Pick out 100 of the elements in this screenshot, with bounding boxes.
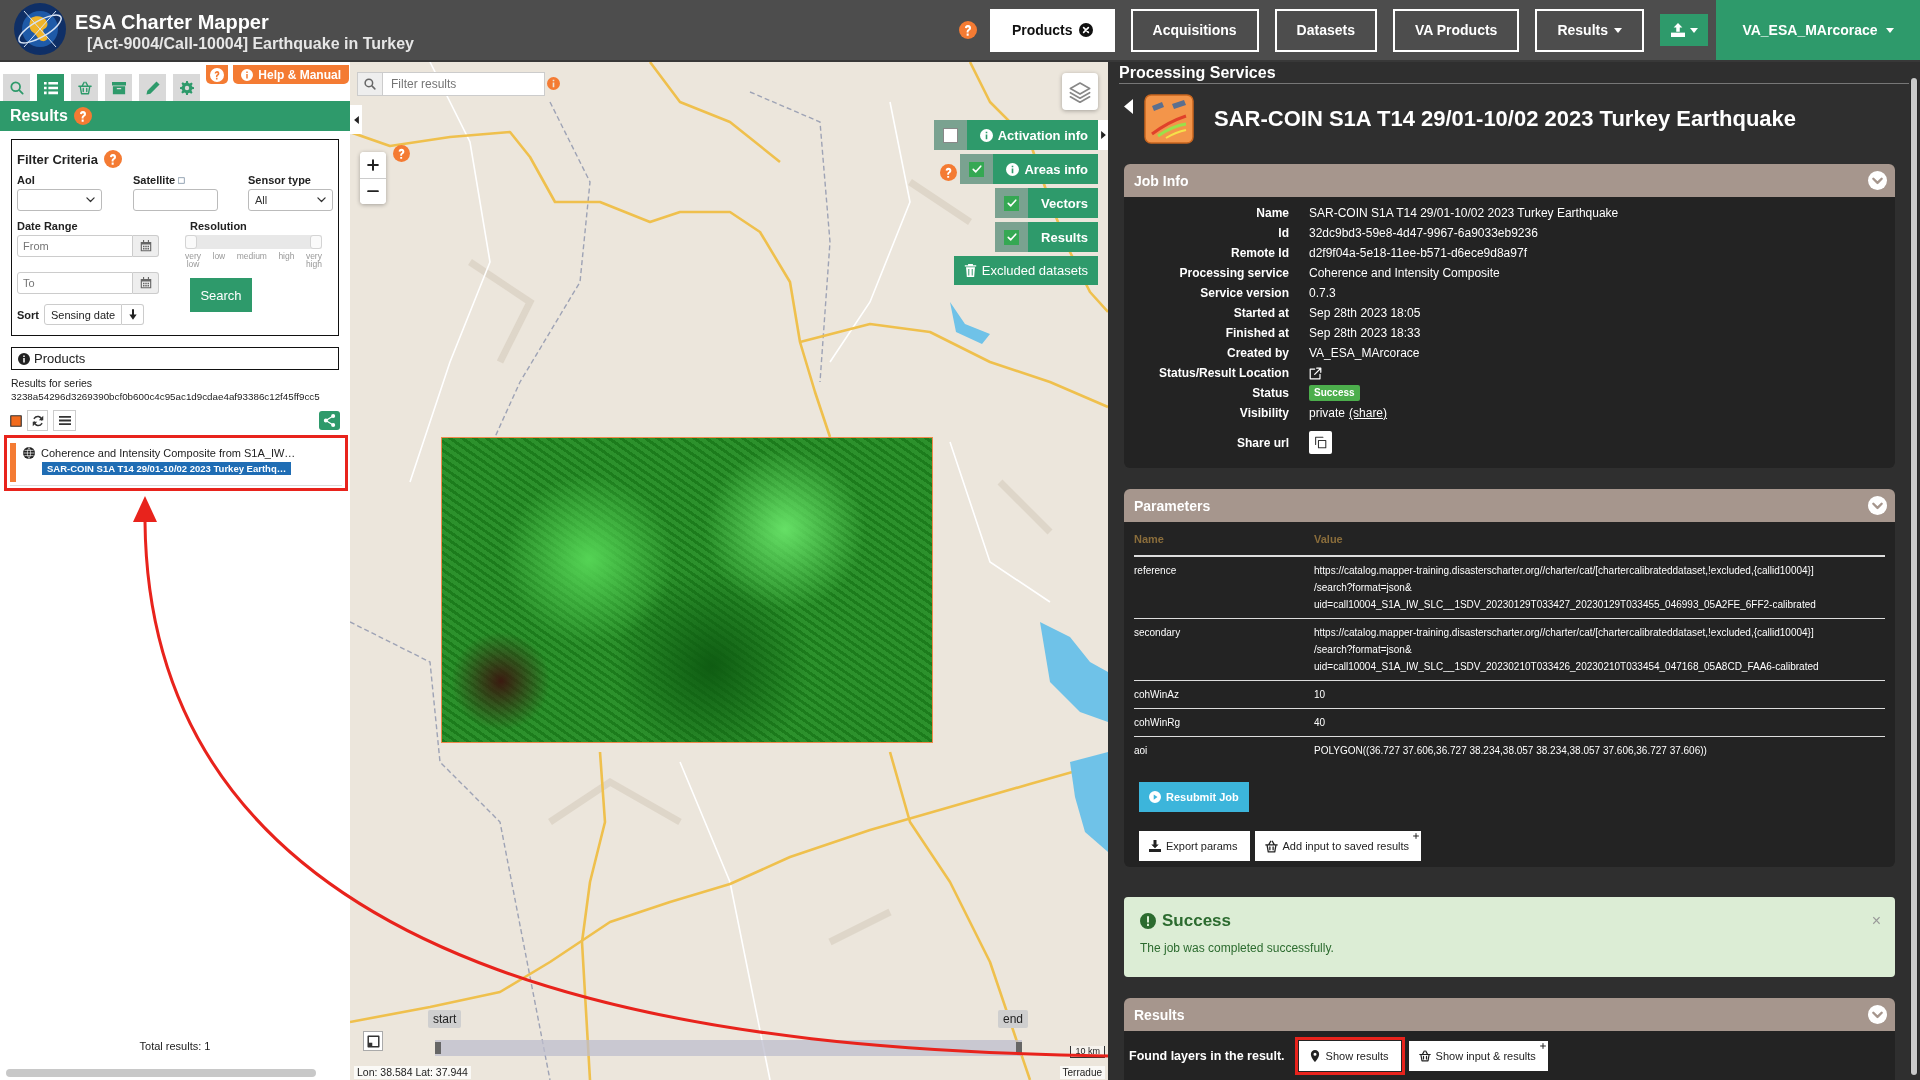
plus-icon [1539,1043,1546,1049]
show-input-results-button[interactable]: Show input & results [1408,1041,1548,1071]
field-label: Status [1252,386,1289,400]
checkbox[interactable] [969,161,985,177]
field-label: Id [1278,226,1289,240]
caret-icon [1689,27,1698,33]
filter-field[interactable]: Filter results [383,72,545,96]
plus-icon [1413,833,1420,839]
trash-icon [963,264,977,277]
sidebar-tab[interactable] [139,74,166,101]
nav-tab[interactable]: Acquisitions [1130,8,1259,52]
scale-bar: 10 km [1070,1046,1105,1058]
field-label: Remote Id [1231,246,1289,260]
slider-handle[interactable] [310,235,322,249]
square-icon [178,176,186,184]
show-results-button[interactable]: Show results [1298,1041,1401,1071]
external-link-icon[interactable] [1309,366,1322,380]
table-cell-text: reference [1134,564,1178,578]
checkbox[interactable] [1004,229,1020,245]
layer-toggle[interactable]: Results [995,222,1098,252]
date-from-field[interactable]: From [17,235,133,257]
nav-tab[interactable]: VA Products [1392,8,1520,52]
check-icon [1006,198,1017,208]
scrollbar[interactable] [1910,78,1918,1075]
nav-tab[interactable]: Datasets [1274,8,1377,52]
excluded-datasets-button[interactable]: Excluded datasets [953,256,1098,285]
sidebar-tab[interactable] [3,74,30,101]
help-button[interactable] [206,65,229,84]
color-swatch-icon[interactable] [10,414,22,427]
calendar-icon [139,240,152,252]
sensor-type-select[interactable]: All [248,189,333,211]
table-cell-text: POLYGON((36.727 37.606,36.727 38.234,38.057 38.234,38.057 37.606,36.727 37.606)) [1314,744,1707,758]
share-button[interactable] [319,411,340,430]
scrollbar[interactable] [6,1069,316,1077]
upload-button[interactable] [1660,14,1708,46]
series-label: Results for series [11,377,93,390]
info-icon [547,77,560,90]
basket-icon [77,80,92,95]
zoom-out-button[interactable] [360,178,386,204]
layers-icon [1069,80,1091,103]
alert-title: Success [1162,911,1231,931]
layer-toggle[interactable]: Vectors [995,188,1098,218]
field-label: Satellite [133,173,176,187]
calendar-icon [139,277,152,289]
field-label: Started at [1233,306,1289,320]
frame-button[interactable] [363,1031,383,1051]
calendar-button[interactable] [133,272,159,294]
date-to-field[interactable]: To [17,272,133,294]
sidebar-tab[interactable] [37,74,64,101]
nav-tab[interactable]: Products [989,8,1115,52]
back-button[interactable] [1124,99,1133,114]
table-cell-text: https://catalog.mapper-training.disasterscharter.org//charter/cat/[chartercalibrateddataset,!excluded,{callid10004}] /search?format=json& uid=call10004_S1A_IW_SLC__1SDV_20230129T033427_20230129T033455_046993_05A2FE_6FF2-calibrated [1314,564,1816,612]
field-value: 32dc9bd3-59e8-4d47-9967-6a9033eb9236 [1309,226,1538,240]
result-tag: SAR-COIN S1A T14 29/01-10/02 2023 Turkey Earthq… [42,462,292,475]
map-attribution: Terradue [1059,1066,1105,1079]
satellite-field[interactable] [133,189,218,211]
copy-button[interactable] [1309,431,1332,454]
sidebar-tab[interactable] [105,74,132,101]
zoom-in-button[interactable] [360,152,386,178]
user-menu[interactable]: VA_ESA_MArcorace [1716,0,1920,60]
checkbox[interactable] [942,127,958,143]
checkbox[interactable] [1004,195,1019,211]
menu-button[interactable] [53,410,76,431]
nav-tab[interactable]: Results [1535,8,1644,52]
layers-button[interactable] [1062,73,1098,110]
sort-direction-button[interactable] [122,304,145,325]
sidebar-tab[interactable] [173,74,200,101]
layer-toggle[interactable]: Activation info [933,120,1098,150]
resolution-slider[interactable] [185,235,322,249]
exclamation-icon [1140,913,1156,929]
expand-tab[interactable] [1098,120,1108,150]
tick-label: very low [185,252,202,268]
logo-icon [13,2,67,56]
caret-right-icon [1100,131,1106,139]
export-params-button[interactable]: Export params [1139,831,1250,861]
share-link[interactable]: (share) [1349,406,1388,420]
slider-handle[interactable] [185,235,197,249]
help-icon[interactable] [958,21,977,39]
card-title: Parameters [1134,497,1211,514]
collapse-tab[interactable] [350,105,362,134]
calendar-button[interactable] [133,235,159,257]
timeline-track[interactable] [435,1040,1022,1056]
search-button[interactable] [357,72,383,96]
tick-label: high [278,252,295,263]
sort-select[interactable]: Sensing date [44,304,123,325]
add-to-saved-results-button[interactable]: Add input to saved results [1254,831,1422,861]
sidebar-tab[interactable] [71,74,98,101]
status-badge: Success [1309,385,1360,401]
search-button[interactable]: Search [190,278,252,312]
help-icon[interactable] [73,107,92,125]
refresh-button[interactable] [27,410,48,431]
result-item[interactable]: Coherence and Intensity Composite from S1A_IW… SAR-COIN S1A T14 29/01-10/02 2023 Turkey Earthq… [10,440,342,486]
service-logo-icon [1144,94,1194,144]
layer-toggle[interactable]: Areas info [960,154,1098,184]
table-cell-text: 40 [1314,716,1326,730]
aoi-select[interactable] [17,189,102,211]
info-icon [241,68,254,81]
field-label: Name [1256,206,1289,220]
menu-icon [58,416,71,425]
field-label: Finished at [1225,326,1289,340]
